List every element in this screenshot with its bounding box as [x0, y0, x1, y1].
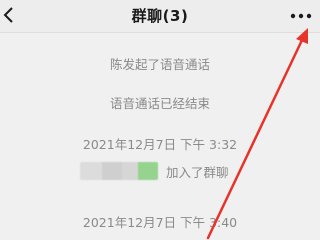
system-message-call-started: 陈发起了语音通话	[109, 57, 210, 72]
more-button[interactable]	[286, 6, 316, 26]
system-message-call-ended: 语音通话已经结束	[109, 96, 210, 111]
join-notice-text: 加入了群聊	[166, 164, 229, 180]
red-arrow-annotation	[206, 28, 308, 240]
timestamp: 2021年12月7日 下午 3:40	[82, 215, 238, 230]
join-notice: 加入了群聊	[80, 160, 229, 182]
timestamp: 2021年12月7日 下午 3:32	[82, 137, 238, 152]
blurred-username	[80, 162, 158, 180]
chat-header: 群聊(3)	[0, 0, 320, 33]
chat-title: 群聊(3)	[131, 7, 189, 25]
more-dots-icon	[290, 13, 312, 19]
